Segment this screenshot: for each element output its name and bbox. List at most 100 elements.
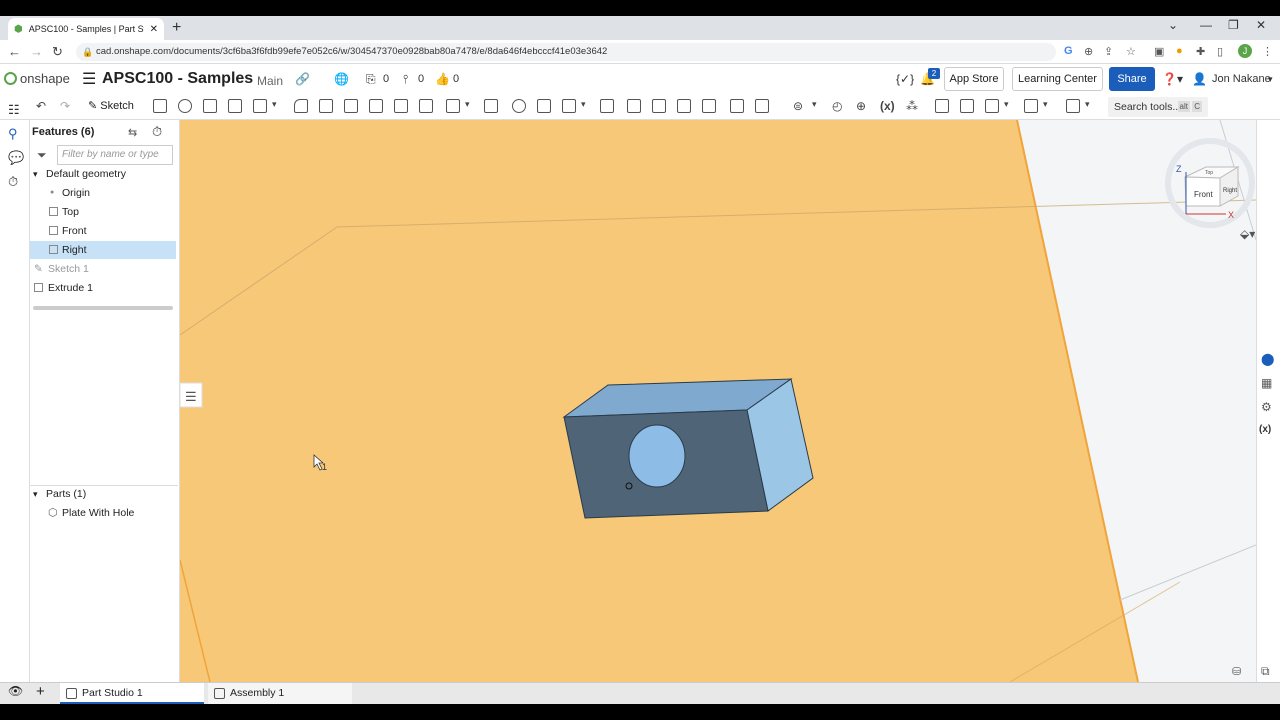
feature-origin[interactable]: ● Origin (30, 184, 176, 202)
puzzle-icon[interactable]: ✚ (1196, 45, 1205, 58)
move-face-icon[interactable] (677, 99, 691, 113)
delete-face-icon[interactable] (652, 99, 666, 113)
sweep-icon[interactable] (203, 99, 217, 113)
form-icon[interactable] (985, 99, 999, 113)
part-hole[interactable] (628, 424, 686, 488)
feature-list-scrollbar[interactable] (33, 306, 173, 310)
hole-icon[interactable] (419, 99, 433, 113)
timer-icon[interactable]: ⏱ (152, 124, 162, 140)
measure-icon[interactable]: ⊕ (856, 99, 866, 113)
history-icon[interactable]: ⏱ (8, 174, 18, 190)
view-options-icon[interactable]: ⬙▾ (1240, 227, 1255, 241)
composite-icon[interactable]: ⁂ (906, 99, 918, 113)
plane-icon[interactable] (755, 99, 769, 113)
onshape-logo[interactable]: onshape (4, 71, 70, 86)
variable-icon[interactable]: (x) (880, 99, 895, 113)
mate-connector-icon[interactable]: ⊜ (793, 99, 803, 113)
part-plate-with-hole[interactable]: ⬡ Plate With Hole (30, 504, 176, 522)
link-icon[interactable]: 🔗 (295, 72, 310, 86)
featurescript-icon[interactable]: {✓} (896, 72, 914, 86)
learning-center-button[interactable]: Learning Center (1012, 67, 1103, 91)
filter-icon[interactable]: ⏷ (37, 148, 47, 163)
sidebar-icon[interactable]: ▯ (1217, 45, 1223, 58)
transform-icon[interactable] (562, 99, 576, 113)
feature-list-icon[interactable]: ☷ (8, 102, 20, 118)
new-tab-button[interactable]: + (172, 19, 181, 37)
view-cube[interactable]: Z X Front Right Top ⬙▾ (1165, 138, 1255, 241)
maximize-icon[interactable]: ❐ (1228, 18, 1239, 32)
search-tools-input[interactable]: Search tools... alt C (1108, 97, 1208, 117)
feature-right-plane[interactable]: Right (30, 241, 176, 259)
custom-feature-icon[interactable] (1066, 99, 1080, 113)
reload-icon[interactable]: ↻ (52, 44, 63, 60)
sketch-button[interactable]: ✎ Sketch (88, 99, 134, 112)
versions-icon[interactable]: ⎘ (366, 72, 376, 87)
user-menu-chevron-down-icon[interactable]: ▾ (1268, 74, 1273, 85)
chevron-down-icon[interactable]: ▾ (33, 165, 38, 183)
derived-icon[interactable] (1024, 99, 1038, 113)
frame-icon[interactable] (960, 99, 974, 113)
variables-icon[interactable]: (x) (1259, 424, 1271, 435)
linear-pattern-icon[interactable] (446, 99, 460, 113)
delete-part-icon[interactable] (600, 99, 614, 113)
help-icon[interactable]: ❓▾ (1162, 72, 1183, 86)
shell-icon[interactable] (394, 99, 408, 113)
chamfer-icon[interactable] (319, 99, 333, 113)
like-icon[interactable]: 👍 (435, 72, 450, 86)
rib-icon[interactable] (369, 99, 383, 113)
chevron-down-icon[interactable]: ▾ (581, 99, 586, 110)
globe-icon[interactable]: 🌐 (334, 72, 349, 86)
browser-tab[interactable]: ⬢ APSC100 - Samples | Part Studio ✕ (8, 18, 164, 40)
comments-icon[interactable]: 💬 (8, 150, 24, 166)
zoom-icon[interactable]: ⊕ (1084, 45, 1093, 58)
viewport-canvas[interactable]: 1 ☰ Z X Front Right Top ⬙▾ ⛁ (180, 120, 1256, 682)
fillet-icon[interactable] (294, 99, 308, 113)
user-avatar-icon[interactable]: 👤 (1192, 72, 1207, 86)
split-icon[interactable] (537, 99, 551, 113)
appearance-icon[interactable]: ⬤ (1261, 352, 1274, 366)
configuration-icon[interactable]: ⚙ (1261, 400, 1272, 414)
feature-filter-input[interactable]: Filter by name or type (57, 145, 173, 165)
replace-face-icon[interactable] (702, 99, 716, 113)
sheet-metal-icon[interactable] (935, 99, 949, 113)
revolve-icon[interactable] (178, 99, 192, 113)
browser-menu-icon[interactable]: ⋮ (1262, 45, 1273, 58)
parts-group[interactable]: ▾ Parts (1) (30, 485, 176, 503)
display-options-icon[interactable]: ⛁ (1232, 666, 1241, 678)
extension-icon[interactable]: ▣ (1154, 45, 1164, 58)
add-tab-icon[interactable]: + (36, 683, 45, 700)
rollback-icon[interactable]: ⇆ (128, 126, 137, 139)
extrude-icon[interactable] (153, 99, 167, 113)
filter-tabs-icon[interactable]: 👁 (8, 684, 23, 698)
share-page-icon[interactable]: ⇪ (1104, 45, 1113, 58)
chevron-down-icon[interactable]: ▾ (272, 99, 277, 110)
minimize-icon[interactable]: — (1200, 18, 1212, 32)
app-store-button[interactable]: App Store (944, 67, 1004, 91)
draft-icon[interactable] (344, 99, 358, 113)
insert-feature-icon[interactable]: ⚲ (8, 126, 18, 142)
profile-avatar[interactable]: J (1238, 44, 1252, 58)
feature-front-plane[interactable]: Front (30, 222, 176, 240)
view-mode-icon[interactable]: ⧉ (1261, 664, 1270, 679)
feature-top-plane[interactable]: Top (30, 203, 176, 221)
close-window-icon[interactable]: ✕ (1256, 18, 1266, 32)
user-name[interactable]: Jon Nakane (1212, 73, 1271, 85)
mirror-icon[interactable] (484, 99, 498, 113)
graphics-viewport[interactable]: 1 ☰ Z X Front Right Top ⬙▾ ⛁ (180, 120, 1256, 682)
mass-properties-icon[interactable]: ▦ (1261, 376, 1272, 390)
chevron-down-icon[interactable]: ▾ (1085, 99, 1090, 110)
forward-icon[interactable]: → (30, 44, 43, 59)
branches-icon[interactable]: ⫯ (403, 72, 408, 87)
document-menu-icon[interactable]: ☰ (82, 69, 96, 89)
tab-part-studio-1[interactable]: Part Studio 1 (60, 683, 204, 704)
default-geometry-group[interactable]: ▾ Default geometry (30, 165, 176, 183)
offset-surface-icon[interactable] (730, 99, 744, 113)
feature-sketch-1[interactable]: ✎ Sketch 1 (30, 260, 176, 278)
close-tab-icon[interactable]: ✕ (150, 24, 158, 35)
feature-extrude-1[interactable]: Extrude 1 (30, 279, 176, 297)
back-icon[interactable]: ← (8, 44, 21, 59)
loft-icon[interactable] (228, 99, 242, 113)
document-title[interactable]: APSC100 - Samples (102, 70, 253, 88)
chevron-down-icon[interactable]: ▾ (465, 99, 470, 110)
chevron-down-icon[interactable]: ▾ (1004, 99, 1009, 110)
